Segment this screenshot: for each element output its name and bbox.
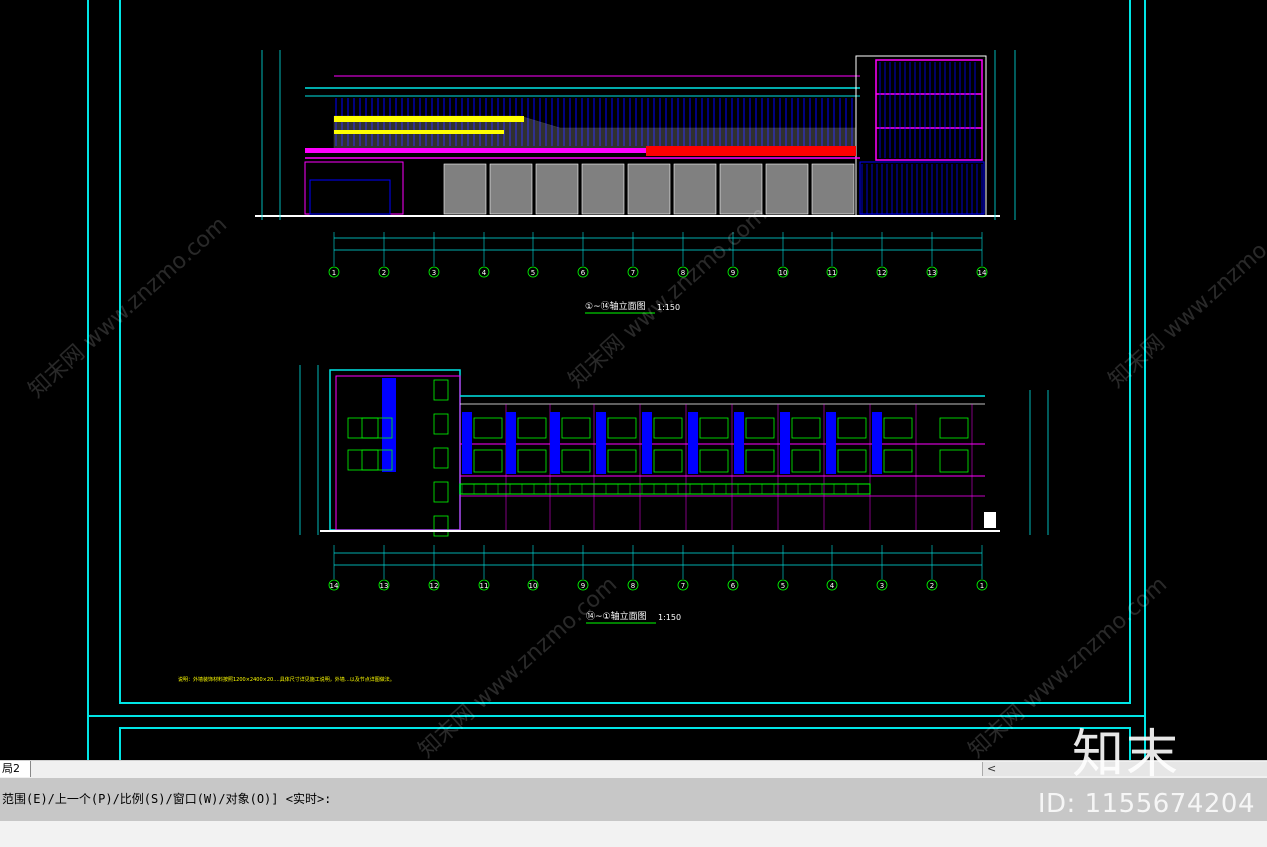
axis-label: 13 [928, 269, 937, 277]
axis-label: 3 [880, 582, 884, 590]
axis-label: 14 [330, 582, 339, 590]
axis-label: 5 [781, 582, 785, 590]
axis-label: 2 [930, 582, 934, 590]
status-bar [0, 821, 1267, 847]
axis-label: 1 [980, 582, 984, 590]
axis-label: 9 [731, 269, 735, 277]
axis-label: 5 [531, 269, 535, 277]
axis-label: 10 [529, 582, 538, 590]
axis-label: 8 [631, 582, 635, 590]
layout-tab[interactable]: 局2 [0, 761, 31, 777]
elevation-b: 14 13 12 11 10 9 8 7 6 5 4 3 2 1 ⑭~①轴立面图 1:150 说明：外墙装… [178, 365, 1049, 683]
axis-label: 13 [380, 582, 389, 590]
axis-label: 14 [978, 269, 987, 277]
axis-label: 12 [430, 582, 439, 590]
axis-label: 12 [878, 269, 887, 277]
axis-label: 1 [332, 269, 336, 277]
axis-label: 10 [779, 269, 788, 277]
axis-label: 7 [681, 582, 685, 590]
axis-label: 3 [432, 269, 436, 277]
command-prompt: 范围(E)/上一个(P)/比例(S)/窗口(W)/对象(O)] <实时>: [2, 792, 332, 806]
brand-logo: 知末 [1072, 725, 1181, 785]
scroll-left-icon[interactable]: < [987, 762, 996, 776]
elevation-a: 1 2 3 4 5 6 7 8 9 10 11 12 13 14 ①~⑭轴立面图 1:150 [255, 50, 1016, 314]
axis-label: 6 [581, 269, 586, 277]
axis-label: 4 [830, 582, 835, 590]
axis-label: 11 [828, 269, 837, 277]
axis-label: 6 [731, 582, 736, 590]
axis-label: 2 [382, 269, 386, 277]
axis-label: 11 [480, 582, 489, 590]
axis-label: 7 [631, 269, 635, 277]
id-label: ID: 1155674204 [1037, 789, 1255, 819]
elevation-b-scale: 1:150 [658, 613, 681, 622]
axis-label: 4 [482, 269, 487, 277]
drawing-note: 说明：外墙装饰材料按照1200×2400×20.…具体尺寸详见施工说明，外墙…以… [178, 676, 395, 683]
drawing-viewport[interactable]: 1 2 3 4 5 6 7 8 9 10 11 12 13 14 ①~⑭轴立面图 1:150 [0, 0, 1267, 760]
